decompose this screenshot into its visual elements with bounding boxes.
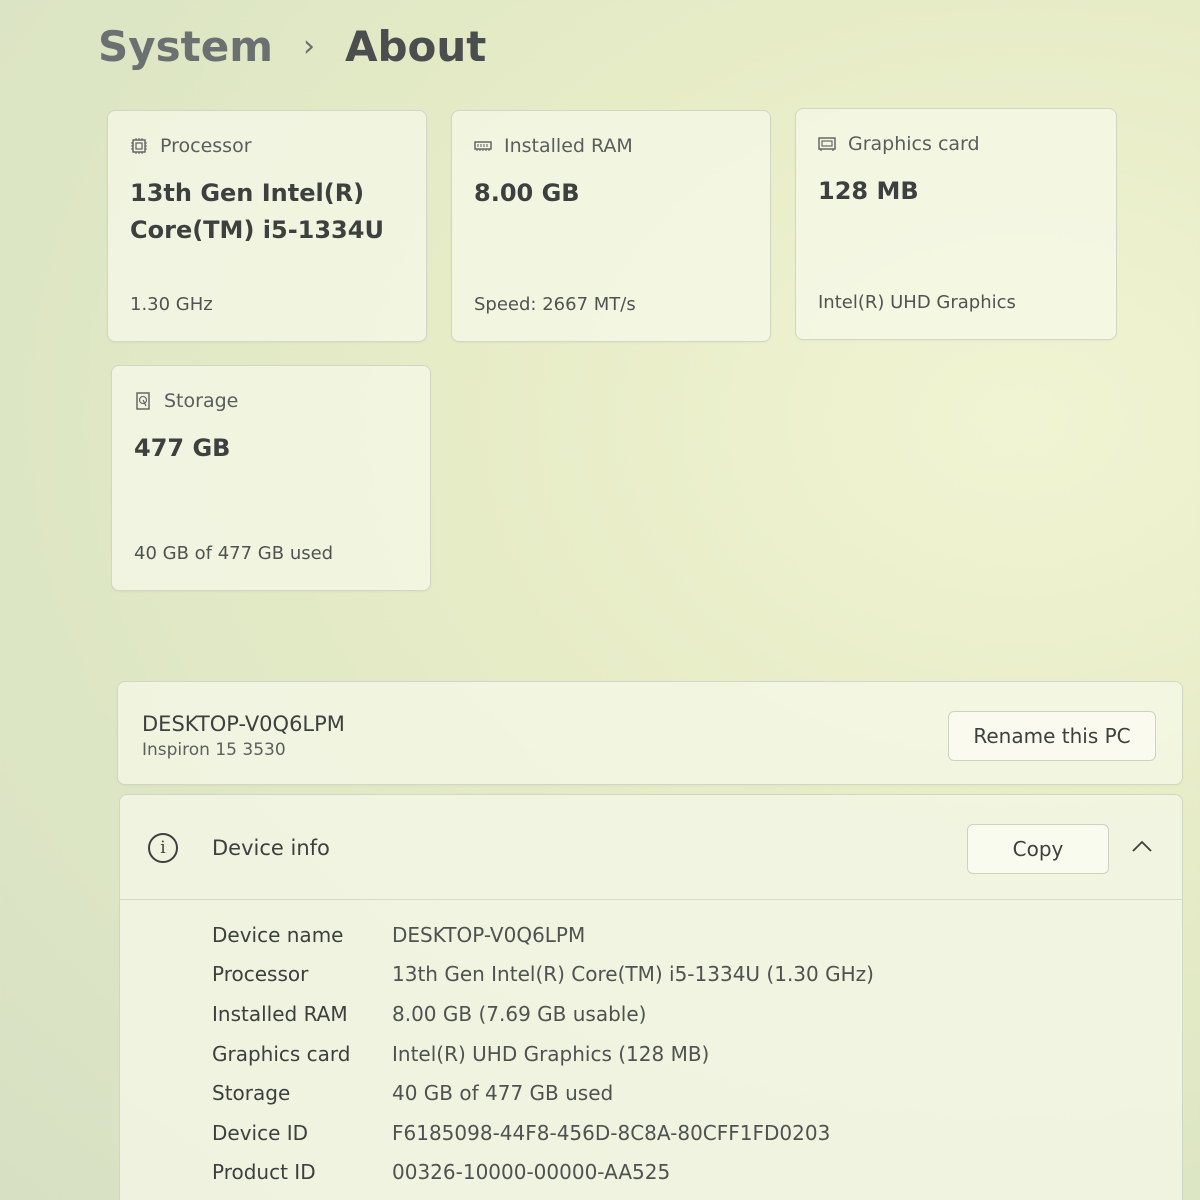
- storage-card-label: Storage: [164, 390, 239, 412]
- spec-label: Device ID: [212, 1120, 309, 1145]
- breadcrumb: System › About: [98, 22, 486, 71]
- processor-card-sub: 1.30 GHz: [130, 294, 213, 315]
- spec-row-product-id: Product ID 00326-10000-00000-AA525: [212, 1153, 874, 1193]
- ram-card: Installed RAM 8.00 GB Speed: 2667 MT/s: [451, 110, 771, 342]
- processor-card-label: Processor: [160, 135, 252, 157]
- device-info-title: Device info: [212, 836, 330, 860]
- spec-value[interactable]: Intel(R) UHD Graphics (128 MB): [392, 1042, 709, 1066]
- device-info-panel: i Device info Copy Device name DESKTOP-V…: [119, 794, 1183, 1200]
- spec-value[interactable]: DESKTOP-V0Q6LPM: [392, 923, 585, 947]
- storage-card-value: 477 GB: [134, 434, 231, 462]
- breadcrumb-system-link[interactable]: System: [98, 22, 273, 71]
- spec-value[interactable]: 00326-10000-00000-AA525: [392, 1160, 670, 1184]
- storage-card-sub: 40 GB of 477 GB used: [134, 543, 334, 564]
- pc-name-bar: DESKTOP-V0Q6LPM Inspiron 15 3530 Rename …: [117, 681, 1183, 785]
- spec-label: Storage: [212, 1081, 291, 1106]
- rename-pc-button[interactable]: Rename this PC: [948, 711, 1156, 761]
- pc-name: DESKTOP-V0Q6LPM: [142, 712, 345, 736]
- graphics-card-sub: Intel(R) UHD Graphics: [818, 292, 1016, 313]
- graphics-card-label: Graphics card: [848, 133, 980, 155]
- device-spec-list: Device name DESKTOP-V0Q6LPM Processor 13…: [212, 915, 874, 1192]
- info-icon: i: [148, 833, 178, 863]
- device-info-header[interactable]: i Device info Copy: [120, 795, 1182, 900]
- spec-label: Installed RAM: [212, 1001, 348, 1026]
- spec-label: Processor: [212, 962, 309, 987]
- processor-card-value: 13th Gen Intel(R) Core(TM) i5-1334U: [130, 179, 384, 244]
- spec-row-processor: Processor 13th Gen Intel(R) Core(TM) i5-…: [212, 955, 874, 995]
- breadcrumb-separator: ›: [302, 29, 315, 64]
- spec-row-device-name: Device name DESKTOP-V0Q6LPM: [212, 915, 874, 955]
- graphics-card: Graphics card 128 MB Intel(R) UHD Graphi…: [795, 108, 1117, 340]
- graphics-card-value: 128 MB: [818, 177, 919, 205]
- spec-label: Device name: [212, 922, 344, 947]
- spec-value[interactable]: 40 GB of 477 GB used: [392, 1081, 613, 1105]
- storage-icon: [136, 392, 150, 410]
- spec-value[interactable]: 13th Gen Intel(R) Core(TM) i5-1334U (1.3…: [392, 962, 874, 986]
- pc-model: Inspiron 15 3530: [142, 740, 286, 760]
- ram-card-sub: Speed: 2667 MT/s: [474, 294, 636, 315]
- page-title: About: [344, 22, 487, 71]
- spec-label: Graphics card: [212, 1041, 351, 1066]
- spec-value[interactable]: 8.00 GB (7.69 GB usable): [392, 1002, 646, 1026]
- graphics-card-icon: [818, 137, 836, 151]
- spec-row-storage: Storage 40 GB of 477 GB used: [212, 1073, 874, 1113]
- spec-row-graphics-card: Graphics card Intel(R) UHD Graphics (128…: [212, 1034, 874, 1074]
- ram-card-label: Installed RAM: [504, 135, 633, 157]
- spec-row-installed-ram: Installed RAM 8.00 GB (7.69 GB usable): [212, 994, 874, 1034]
- ram-card-value: 8.00 GB: [474, 179, 580, 207]
- spec-row-device-id: Device ID F6185098-44F8-456D-8C8A-80CFF1…: [212, 1113, 874, 1153]
- chevron-up-icon[interactable]: [1131, 839, 1153, 853]
- storage-card: Storage 477 GB 40 GB of 477 GB used: [111, 365, 431, 591]
- spec-value[interactable]: F6185098-44F8-456D-8C8A-80CFF1FD0203: [392, 1121, 830, 1145]
- processor-icon: [131, 138, 147, 154]
- processor-card: Processor 13th Gen Intel(R) Core(TM) i5-…: [107, 110, 427, 342]
- ram-icon: [474, 141, 492, 151]
- copy-button[interactable]: Copy: [967, 824, 1109, 874]
- spec-label: Product ID: [212, 1160, 316, 1185]
